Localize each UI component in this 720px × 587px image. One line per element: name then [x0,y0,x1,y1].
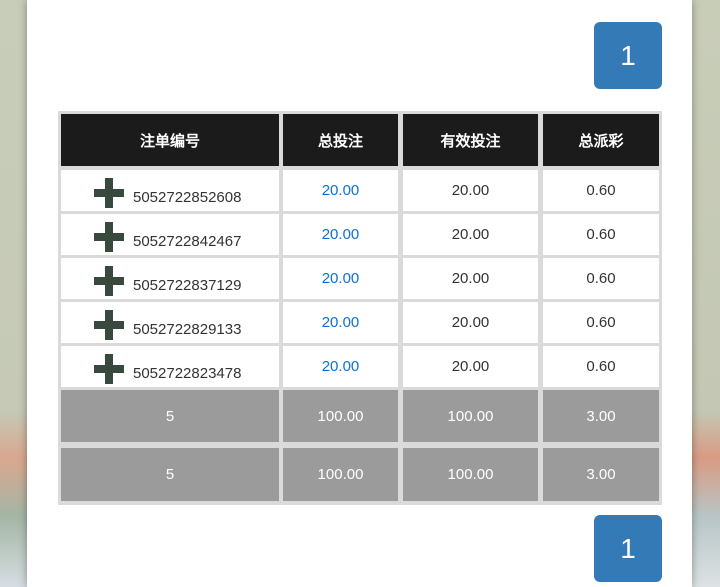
background-left [0,0,28,587]
table-row-bet-id: 5052722852608 [61,170,279,211]
bet-id-text: 5052722842467 [133,233,242,250]
bet-id-text: 5052722829133 [133,321,242,338]
valid-bet-value: 20.00 [403,346,538,387]
subtotal-total-bet: 100.00 [283,390,398,442]
payout-value: 0.60 [543,302,659,343]
header-payout: 总派彩 [543,114,659,166]
grand-total-valid-bet: 100.00 [403,448,538,501]
table-row-bet-id: 5052722837129 [61,258,279,299]
total-bet-link[interactable]: 20.00 [283,302,398,343]
grand-total-count: 5 [61,448,279,501]
header-valid-bet: 有效投注 [403,114,538,166]
background-right [690,0,720,587]
valid-bet-value: 20.00 [403,170,538,211]
grand-total-payout: 3.00 [543,448,659,501]
total-bet-link[interactable]: 20.00 [283,170,398,211]
header-total-bet: 总投注 [283,114,398,166]
subtotal-count: 5 [61,390,279,442]
plus-icon[interactable] [94,310,124,340]
payout-value: 0.60 [543,346,659,387]
subtotal-valid-bet: 100.00 [403,390,538,442]
plus-icon[interactable] [94,354,124,384]
bet-id-text: 5052722852608 [133,189,242,206]
plus-icon[interactable] [94,222,124,252]
pagination-page-button-bottom[interactable]: 1 [594,515,662,582]
valid-bet-value: 20.00 [403,214,538,255]
subtotal-payout: 3.00 [543,390,659,442]
header-bet-id: 注单编号 [61,114,279,166]
table-row-bet-id: 5052722829133 [61,302,279,343]
plus-icon[interactable] [94,266,124,296]
payout-value: 0.60 [543,214,659,255]
bet-records-table: 注单编号 总投注 有效投注 总派彩 5052722852608 20.00 20… [58,111,662,505]
plus-icon[interactable] [94,178,124,208]
bet-id-text: 5052722823478 [133,365,242,382]
payout-value: 0.60 [543,170,659,211]
table-row-bet-id: 5052722842467 [61,214,279,255]
total-bet-link[interactable]: 20.00 [283,258,398,299]
payout-value: 0.60 [543,258,659,299]
bet-id-text: 5052722837129 [133,277,242,294]
valid-bet-value: 20.00 [403,302,538,343]
total-bet-link[interactable]: 20.00 [283,346,398,387]
pagination-page-button-top[interactable]: 1 [594,22,662,89]
table-row-bet-id: 5052722823478 [61,346,279,387]
grand-total-total-bet: 100.00 [283,448,398,501]
total-bet-link[interactable]: 20.00 [283,214,398,255]
valid-bet-value: 20.00 [403,258,538,299]
